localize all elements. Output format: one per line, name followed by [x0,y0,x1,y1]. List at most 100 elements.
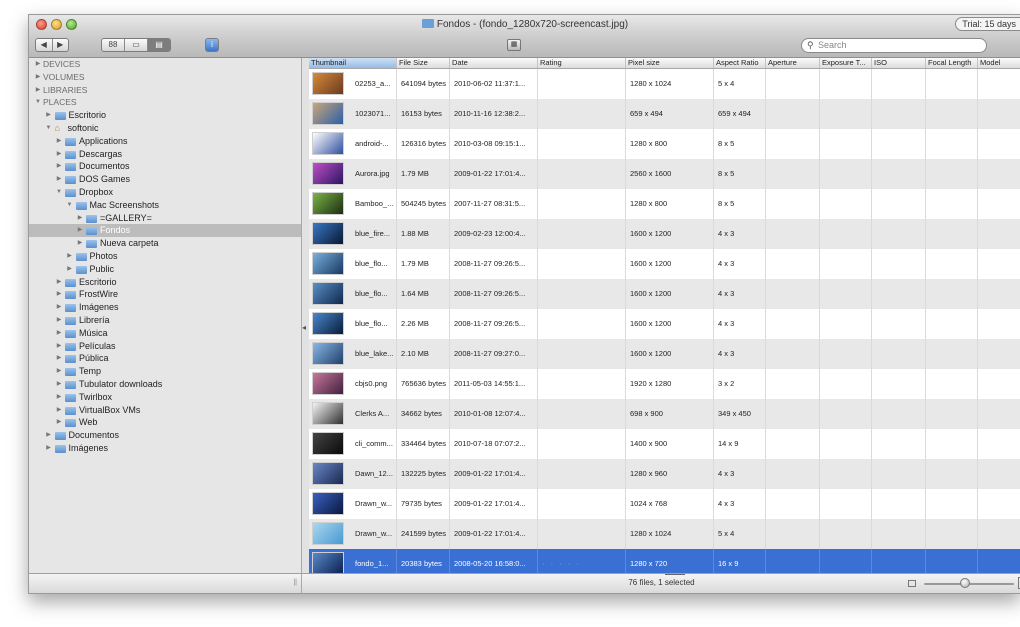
table-row[interactable]: blue_flo... 1.64 MB 2008-11-27 09:26:5... 1… [309,279,1020,309]
sidebar-item[interactable]: ▼ ⌂ softonic [29,122,301,135]
sidebar-item[interactable]: ▶ =GALLERY= [29,212,301,225]
thumbnail-image[interactable] [312,252,344,275]
disclosure-closed-icon[interactable]: ▶ [76,212,84,225]
disclosure-closed-icon[interactable]: ▶ [66,263,74,276]
table-row[interactable]: cbjs0.png 765636 bytes 2011-05-03 14:55:1.… [309,369,1020,399]
sidebar-item[interactable]: ▶ Música [29,327,301,340]
title-bar[interactable]: Fondos - (fondo_1280x720-screencast.jpg)… [29,15,1020,35]
thumbnail-image[interactable] [312,132,344,155]
sidebar-item[interactable]: ▶ Photos [29,250,301,263]
column-header-thumbnail[interactable]: Thumbnail [309,58,397,68]
table-row[interactable]: Drawn_w... 241599 bytes 2009-01-22 17:01:4… [309,519,1020,549]
sidebar-item[interactable]: ▶ Documentos [29,160,301,173]
thumbnail-image[interactable] [312,72,344,95]
disclosure-closed-icon[interactable]: ▶ [55,391,63,404]
disclosure-closed-icon[interactable]: ▶ [55,365,63,378]
disclosure-closed-icon[interactable]: ▶ [76,237,84,250]
disclosure-closed-icon[interactable]: ▶ [55,340,63,353]
disclosure-closed-icon[interactable]: ▶ [55,352,63,365]
column-header-pixel-size[interactable]: Pixel size [626,58,714,68]
info-icon[interactable]: i [205,38,219,52]
thumbnail-image[interactable] [312,282,344,305]
disclosure-closed-icon[interactable]: ▶ [34,71,42,84]
table-row[interactable]: Dawn_12... 132225 bytes 2009-01-22 17:01:4… [309,459,1020,489]
disclosure-closed-icon[interactable]: ▶ [45,109,53,122]
disclosure-closed-icon[interactable]: ▶ [55,416,63,429]
table-row[interactable]: 1023071... 16153 bytes 2010-11-16 12:38:2.… [309,99,1020,129]
column-header-exposure-t[interactable]: Exposure T... [820,58,872,68]
sidebar-item[interactable]: ▶ DOS Games [29,173,301,186]
thumbnail-image[interactable] [312,222,344,245]
view-coverflow-button[interactable]: ▭ [125,39,148,51]
sidebar-item[interactable]: ▶ Applications [29,135,301,148]
sidebar-item[interactable]: ▶ VirtualBox VMs [29,404,301,417]
sidebar-item[interactable]: ▶ Fondos [29,224,301,238]
disclosure-closed-icon[interactable]: ▶ [55,404,63,417]
disclosure-closed-icon[interactable]: ▶ [55,160,63,173]
table-row[interactable]: Bamboo_... 504245 bytes 2007-11-27 08:31:5… [309,189,1020,219]
view-list-button[interactable]: ▤ [148,39,170,51]
sidebar-item[interactable]: ▶ Documentos [29,429,301,442]
preview-icon[interactable]: ▦ [507,39,521,51]
disclosure-closed-icon[interactable]: ▶ [34,58,42,71]
column-header-aperture[interactable]: Aperture [766,58,820,68]
sidebar-section[interactable]: ▼ PLACES [29,96,301,109]
disclosure-closed-icon[interactable]: ▶ [55,378,63,391]
thumbnail-image[interactable] [312,432,344,455]
disclosure-closed-icon[interactable]: ▶ [55,135,63,148]
sidebar-item[interactable]: ▶ Librería [29,314,301,327]
sidebar-item[interactable]: ▶ Escritorio [29,276,301,289]
sidebar-item[interactable]: ▶ FrostWire [29,288,301,301]
sidebar-section[interactable]: ▶ DEVICES [29,58,301,71]
disclosure-closed-icon[interactable]: ▶ [55,327,63,340]
sidebar-item[interactable]: ▶ Temp [29,365,301,378]
disclosure-closed-icon[interactable]: ▶ [45,429,53,442]
sidebar-item[interactable]: ▶ Public [29,263,301,276]
disclosure-closed-icon[interactable]: ▶ [55,301,63,314]
table-row[interactable]: blue_fire... 1.88 MB 2009-02-23 12:00:4...… [309,219,1020,249]
sidebar-item[interactable]: ▶ Descargas [29,148,301,161]
table-row[interactable]: Drawn_w... 79735 bytes 2009-01-22 17:01:4.… [309,489,1020,519]
sidebar-section[interactable]: ▶ VOLUMES [29,71,301,84]
disclosure-open-icon[interactable]: ▼ [34,96,42,109]
thumbnail-image[interactable] [312,162,344,185]
back-button[interactable]: ◀ [36,39,53,51]
table-row[interactable]: cli_comm... 334464 bytes 2010-07-18 07:07:… [309,429,1020,459]
column-header-date[interactable]: Date [450,58,538,68]
divider-handle-icon[interactable]: ◂ [302,323,306,332]
column-header-aspect-ratio[interactable]: Aspect Ratio [714,58,766,68]
table-row[interactable]: blue_lake... 2.10 MB 2008-11-27 09:27:0...… [309,339,1020,369]
table-row[interactable]: Clerks A... 34662 bytes 2010-01-08 12:07:4… [309,399,1020,429]
thumbnail-image[interactable] [312,462,344,485]
thumbnail-image[interactable] [312,342,344,365]
table-row[interactable]: Aurora.jpg 1.79 MB 2009-01-22 17:01:4... 25… [309,159,1020,189]
view-icons-button[interactable]: 88 [102,39,125,51]
sidebar-item[interactable]: ▶ Imágenes [29,442,301,455]
disclosure-closed-icon[interactable]: ▶ [55,148,63,161]
trial-badge[interactable]: Trial: 15 days [955,17,1020,31]
disclosure-open-icon[interactable]: ▼ [45,122,53,135]
column-header-focal-length[interactable]: Focal Length [926,58,978,68]
sidebar-item[interactable]: ▶ Imágenes [29,301,301,314]
sidebar-item[interactable]: ▶ Tubulator downloads [29,378,301,391]
sidebar-item[interactable]: ▶ Películas [29,340,301,353]
thumbnail-image[interactable] [312,372,344,395]
column-header-iso[interactable]: ISO [872,58,926,68]
thumbnail-image[interactable] [312,192,344,215]
thumbnail-image[interactable] [312,522,344,545]
resize-grip-icon[interactable]: || [293,579,297,586]
column-header-rating[interactable]: Rating [538,58,626,68]
disclosure-closed-icon[interactable]: ▶ [34,84,42,97]
sidebar-item[interactable]: ▶ Web [29,416,301,429]
sidebar-item[interactable]: ▼ Mac Screenshots [29,199,301,212]
thumbnail-image[interactable] [312,552,344,573]
table-row[interactable]: 02253_a... 641094 bytes 2010-06-02 11:37:1… [309,69,1020,99]
sidebar-item[interactable]: ▶ Pública [29,352,301,365]
thumbnail-image[interactable] [312,102,344,125]
zoom-slider-knob[interactable] [959,578,970,588]
sidebar-item[interactable]: ▶ Nueva carpeta [29,237,301,250]
thumbnail-image[interactable] [312,402,344,425]
disclosure-open-icon[interactable]: ▼ [66,199,74,212]
disclosure-closed-icon[interactable]: ▶ [76,224,84,237]
table-row[interactable]: blue_flo... 2.26 MB 2008-11-27 09:26:5... 1… [309,309,1020,339]
